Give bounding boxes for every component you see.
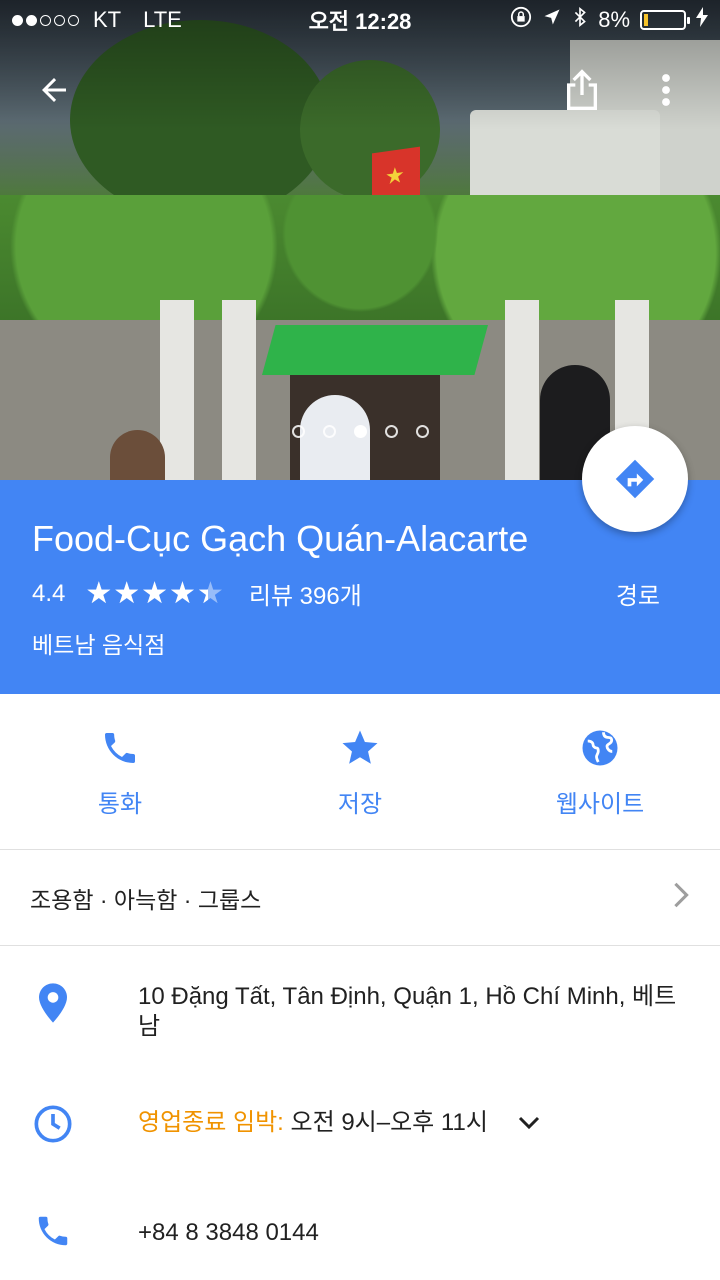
hours-text: 오전 9시–오후 11시 bbox=[283, 1109, 488, 1136]
photo-awning bbox=[262, 325, 488, 375]
arrow-back-icon bbox=[42, 78, 66, 102]
more-vert-icon bbox=[662, 74, 670, 106]
website-button[interactable]: 웹사이트 bbox=[480, 694, 720, 849]
page-dot bbox=[291, 425, 305, 438]
phone-row[interactable]: +84 8 3848 0144 bbox=[0, 1212, 720, 1250]
network-type-label: LTE bbox=[143, 7, 182, 32]
location-arrow-icon bbox=[542, 7, 562, 33]
address-row[interactable]: 10 Đặng Tất, Tân Định, Quận 1, Hồ Chí Mi… bbox=[0, 982, 720, 1042]
action-bar: 통화 저장 웹사이트 bbox=[0, 694, 720, 850]
page-dot bbox=[353, 425, 367, 438]
phone-icon bbox=[38, 1216, 68, 1246]
bluetooth-icon bbox=[572, 6, 588, 34]
call-label: 통화 bbox=[97, 791, 143, 818]
clock-icon bbox=[34, 1105, 72, 1143]
photo-hedge bbox=[0, 195, 720, 325]
rating-stars: ★★★★★ ★★★★★ bbox=[85, 575, 225, 611]
phone-number: +84 8 3848 0144 bbox=[138, 1219, 319, 1246]
place-attributes: 조용함 · 아늑함 · 그룹스 bbox=[30, 886, 262, 913]
expand-more-icon[interactable] bbox=[517, 1109, 541, 1139]
hours-status: 영업종료 임박: bbox=[138, 1109, 284, 1136]
phone-icon bbox=[105, 733, 135, 763]
place-photo-carousel[interactable] bbox=[0, 0, 720, 480]
page-dot bbox=[322, 425, 336, 438]
orientation-lock-icon bbox=[510, 6, 532, 34]
save-label: 저장 bbox=[337, 791, 383, 818]
chevron-right-icon bbox=[672, 881, 690, 915]
location-pin-icon bbox=[39, 983, 67, 1023]
address-text: 10 Đặng Tất, Tân Định, Quận 1, Hồ Chí Mi… bbox=[138, 983, 677, 1040]
more-options-button[interactable] bbox=[638, 62, 694, 118]
place-title: Food-Cục Gạch Quán-Alacarte bbox=[32, 518, 529, 559]
battery-percent: 8% bbox=[598, 7, 630, 32]
back-button[interactable] bbox=[26, 62, 82, 118]
battery-icon bbox=[640, 10, 690, 30]
hours-row[interactable]: 영업종료 임박: 오전 9시–오후 11시 bbox=[0, 1104, 720, 1144]
directions-icon bbox=[615, 459, 655, 499]
place-attributes-row[interactable]: 조용함 · 아늑함 · 그룹스 bbox=[0, 850, 720, 946]
website-label: 웹사이트 bbox=[555, 791, 645, 818]
place-category: 베트남 음식점 bbox=[32, 632, 166, 658]
share-icon bbox=[567, 69, 597, 110]
share-button[interactable] bbox=[554, 62, 610, 118]
status-bar: KT LTE 오전 12:28 8% bbox=[0, 0, 720, 40]
globe-icon bbox=[582, 730, 618, 766]
signal-strength-icon bbox=[12, 14, 79, 26]
call-button[interactable]: 통화 bbox=[0, 694, 240, 849]
save-button[interactable]: 저장 bbox=[240, 694, 480, 849]
photo-pillar bbox=[222, 300, 256, 480]
review-count[interactable]: 리뷰 396개 bbox=[249, 576, 362, 611]
carrier-label: KT bbox=[93, 7, 122, 32]
page-dot bbox=[384, 425, 398, 438]
page-dot bbox=[415, 425, 429, 438]
directions-button[interactable] bbox=[582, 426, 688, 532]
rating-row[interactable]: 4.4 ★★★★★ ★★★★★ 리뷰 396개 bbox=[32, 576, 362, 611]
rating-value: 4.4 bbox=[32, 579, 66, 607]
photo-pillar bbox=[160, 300, 194, 480]
charging-icon bbox=[696, 7, 708, 33]
star-icon bbox=[342, 730, 378, 764]
route-label[interactable]: 경로 bbox=[616, 576, 660, 611]
photo-pillar bbox=[505, 300, 539, 480]
